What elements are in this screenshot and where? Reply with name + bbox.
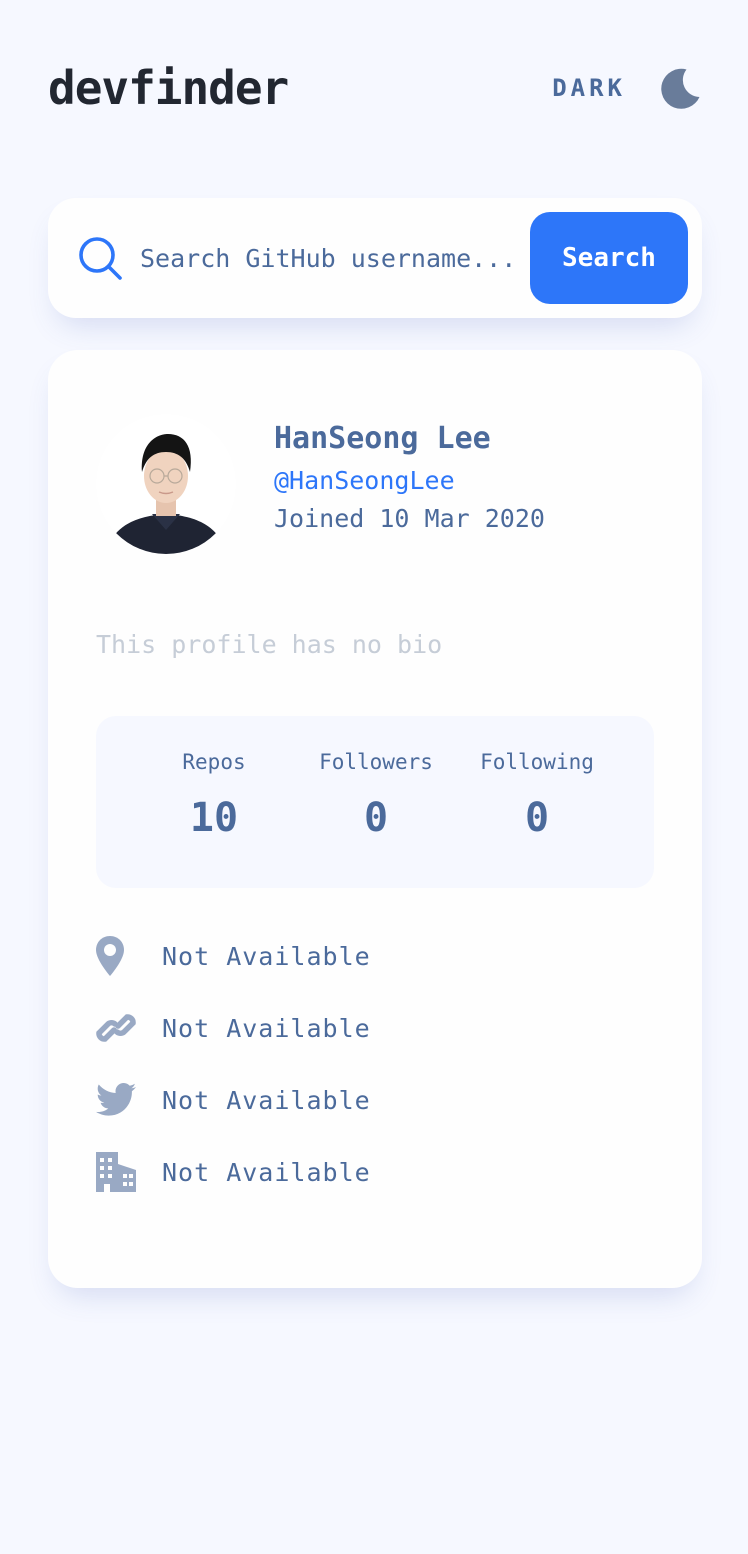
app-header: devfinder DARK xyxy=(48,56,702,120)
location-icon xyxy=(96,935,138,977)
profile-name: HanSeong Lee xyxy=(274,421,491,456)
link-row-twitter: Not Available xyxy=(96,1078,371,1122)
avatar-image xyxy=(96,414,236,554)
stat-value: 10 xyxy=(189,795,239,841)
location-text: Not Available xyxy=(162,941,371,971)
theme-toggle-button[interactable]: DARK xyxy=(552,67,702,109)
profile-links: Not Available Not Available Not Availabl… xyxy=(96,934,371,1222)
moon-icon xyxy=(661,68,700,109)
twitter-text: Not Available xyxy=(162,1085,371,1115)
avatar xyxy=(96,414,236,554)
company-icon xyxy=(96,1151,138,1193)
link-row-location: Not Available xyxy=(96,934,371,978)
stats-panel: Repos 10 Followers 0 Following 0 xyxy=(96,716,654,888)
stat-value: 0 xyxy=(524,795,550,841)
theme-toggle-label: DARK xyxy=(552,74,626,102)
profile-joined-date: Joined 10 Mar 2020 xyxy=(274,504,545,533)
stat-label: Followers xyxy=(319,750,433,774)
stat-following: Following 0 xyxy=(457,746,617,842)
website-text: Not Available xyxy=(162,1013,371,1043)
link-row-company: Not Available xyxy=(96,1150,371,1194)
link-row-website: Not Available xyxy=(96,1006,371,1050)
search-button[interactable]: Search xyxy=(530,212,688,304)
stat-label: Following xyxy=(480,750,594,774)
stat-repos: Repos 10 xyxy=(134,746,294,842)
link-icon xyxy=(96,1007,138,1049)
twitter-icon xyxy=(96,1079,138,1121)
profile-login-link[interactable]: @HanSeongLee xyxy=(274,462,545,500)
search-bar: Search xyxy=(48,198,702,318)
stat-value: 0 xyxy=(363,795,389,841)
stat-label: Repos xyxy=(182,750,246,774)
profile-bio: This profile has no bio xyxy=(96,630,443,659)
profile-identity: HanSeong Lee @HanSeongLee Joined 10 Mar … xyxy=(274,418,545,538)
app-page: devfinder DARK Search GitHub username...… xyxy=(0,0,748,1554)
stat-followers: Followers 0 xyxy=(296,746,456,842)
search-icon xyxy=(79,237,122,280)
search-input[interactable] xyxy=(140,243,530,273)
profile-card: HanSeong Lee @HanSeongLee Joined 10 Mar … xyxy=(48,350,702,1288)
company-text: Not Available xyxy=(162,1157,371,1187)
app-logo: devfinder xyxy=(48,61,289,115)
